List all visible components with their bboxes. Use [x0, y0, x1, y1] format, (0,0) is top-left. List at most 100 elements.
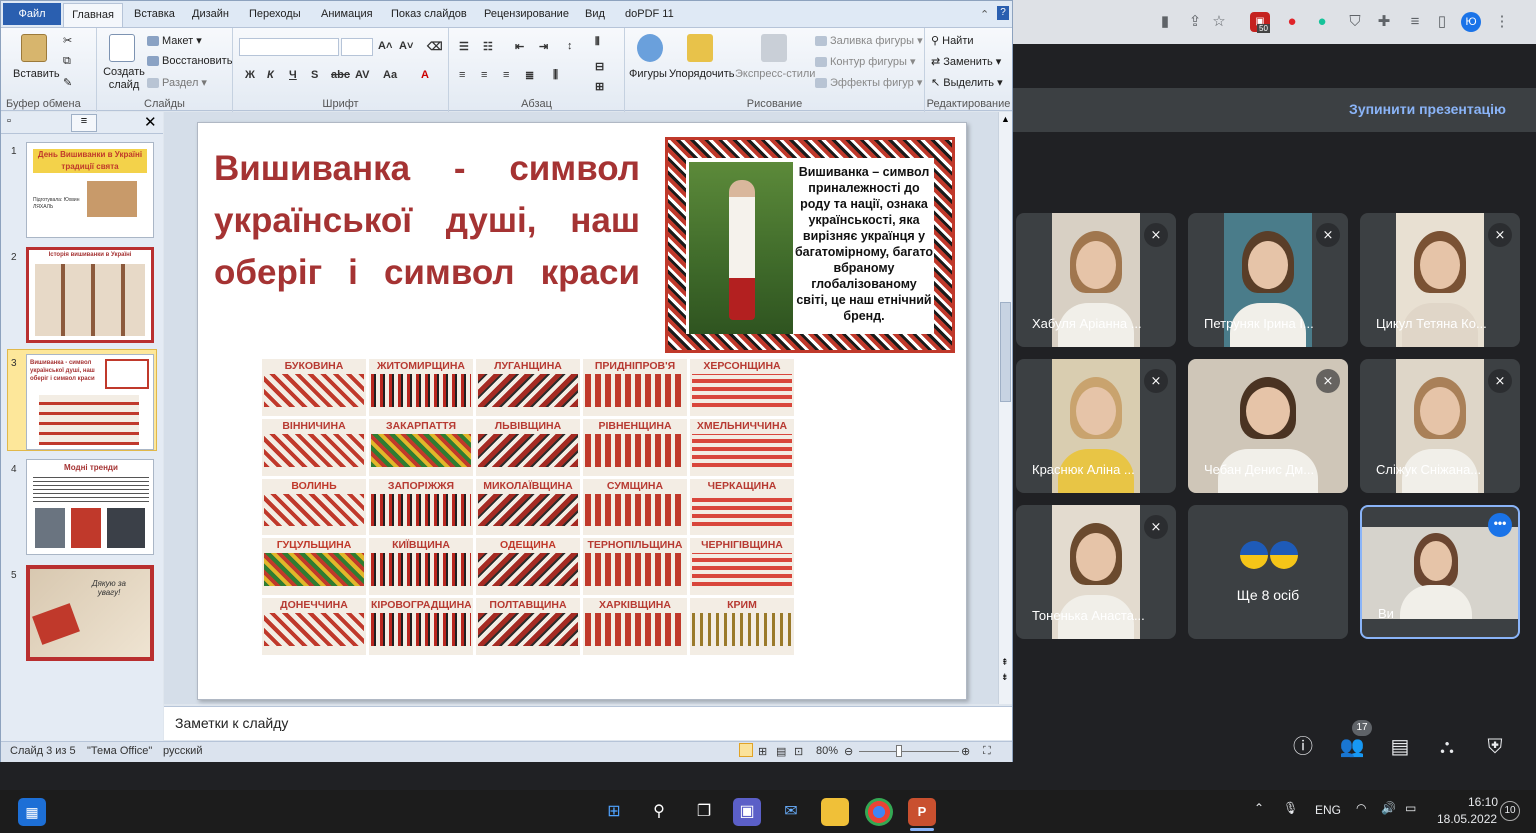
- profile-avatar[interactable]: Ю: [1461, 12, 1481, 32]
- clear-format-icon[interactable]: ⌫: [427, 40, 443, 53]
- shape-outline-button[interactable]: Контур фигуры ▾: [815, 55, 916, 68]
- reading-view-icon[interactable]: ▤: [776, 745, 786, 758]
- participant-tile[interactable]: ⨯ Хабуля Аріанна ...: [1016, 213, 1176, 347]
- chat-icon[interactable]: ▤: [1386, 733, 1414, 761]
- strikethrough-icon[interactable]: abc: [331, 69, 350, 81]
- help-icon[interactable]: ?: [997, 6, 1009, 20]
- task-view-icon[interactable]: ❐: [690, 798, 718, 826]
- people-icon[interactable]: 👥: [1338, 733, 1366, 761]
- shrink-font-icon[interactable]: A˅: [399, 40, 413, 52]
- clock-date[interactable]: 18.05.2022: [1437, 812, 1497, 826]
- info-icon[interactable]: ⓘ: [1289, 733, 1317, 761]
- select-button[interactable]: ↖ Выделить ▾: [931, 76, 1003, 89]
- slide-thumb-1[interactable]: День Вишиванки в Україні традиції свята …: [26, 142, 154, 238]
- file-explorer-icon[interactable]: [821, 798, 849, 826]
- ribbon-collapse-icon[interactable]: ⌃: [980, 8, 989, 21]
- tray-chevron-icon[interactable]: ⌃: [1254, 801, 1264, 815]
- language-status[interactable]: русский: [163, 745, 202, 757]
- new-slide-icon[interactable]: [109, 34, 135, 62]
- bullets-icon[interactable]: ☰: [459, 40, 469, 53]
- microphone-icon[interactable]: 🎙: [1283, 801, 1298, 815]
- slide-thumb-3[interactable]: Вишиванка - символ української душі, наш…: [26, 354, 154, 450]
- tab-review[interactable]: Рецензирование: [484, 8, 569, 20]
- fit-slide-icon[interactable]: ⛶: [983, 745, 991, 758]
- self-tile[interactable]: ••• Ви: [1360, 505, 1520, 639]
- smartart-icon[interactable]: ⊞: [595, 80, 604, 93]
- participant-tile[interactable]: ⨯ Цикул Тетяна Ко...: [1360, 213, 1520, 347]
- columns-icon[interactable]: ⫼: [553, 69, 558, 82]
- notification-badge[interactable]: 10: [1500, 801, 1520, 821]
- paste-icon[interactable]: [21, 34, 47, 62]
- underline-icon[interactable]: Ч: [289, 69, 297, 81]
- shape-effects-button[interactable]: Эффекты фигур ▾: [815, 76, 922, 89]
- theme-name[interactable]: "Тема Office": [87, 745, 152, 757]
- chrome-icon[interactable]: [865, 798, 893, 826]
- change-case-icon[interactable]: Aa: [383, 69, 397, 81]
- layout-button[interactable]: Макет ▾: [147, 34, 202, 47]
- spacing-icon[interactable]: AV: [355, 69, 369, 81]
- input-language[interactable]: ENG: [1315, 803, 1341, 817]
- camera-icon[interactable]: ▮: [1155, 12, 1175, 32]
- paste-button[interactable]: Вставить: [13, 68, 60, 80]
- notes-placeholder[interactable]: Заметки к слайду: [175, 715, 288, 731]
- tab-insert[interactable]: Вставка: [134, 8, 175, 20]
- indent-icon[interactable]: ⇤: [515, 40, 524, 53]
- teams-chat-icon[interactable]: ▣: [733, 798, 761, 826]
- slide-title[interactable]: Вишиванка - символ української душі, наш…: [214, 143, 640, 299]
- more-participants-tile[interactable]: Ще 8 осіб: [1188, 505, 1348, 639]
- reset-button[interactable]: Восстановить: [147, 55, 232, 67]
- section-button[interactable]: Раздел ▾: [147, 76, 207, 89]
- shadow-icon[interactable]: S: [311, 69, 318, 81]
- host-controls-icon[interactable]: ⛨: [1481, 733, 1509, 761]
- arrange-icon[interactable]: [687, 34, 713, 62]
- sidepanel-icon[interactable]: ▯: [1432, 12, 1452, 32]
- tab-file[interactable]: Файл: [3, 3, 61, 25]
- start-icon[interactable]: ⊞: [600, 798, 628, 826]
- italic-icon[interactable]: К: [267, 69, 274, 81]
- font-size-select[interactable]: [341, 38, 373, 56]
- tab-view[interactable]: Вид: [585, 8, 605, 20]
- zoom-slider[interactable]: [859, 751, 959, 752]
- slideshow-view-icon[interactable]: ⊡: [794, 745, 803, 758]
- slide-thumb-2[interactable]: Історія вишиванки в Україні: [26, 247, 154, 343]
- bookmark-star-icon[interactable]: ☆: [1209, 12, 1229, 32]
- participant-tile[interactable]: ⨯ Краснюк Аліна ...: [1016, 359, 1176, 493]
- slide-thumb-4[interactable]: Модні тренди: [26, 459, 154, 555]
- bold-icon[interactable]: Ж: [245, 69, 255, 81]
- volume-icon[interactable]: 🔊: [1381, 801, 1396, 815]
- align-center-icon[interactable]: ≡: [481, 69, 487, 81]
- media-icon[interactable]: ≡: [1405, 12, 1425, 32]
- notes-pane[interactable]: [164, 706, 1012, 740]
- justify-icon[interactable]: ≣: [525, 69, 534, 82]
- shield-icon[interactable]: ⛉: [1345, 12, 1365, 32]
- shapes-button[interactable]: Фигуры: [629, 68, 667, 80]
- tab-transitions[interactable]: Переходы: [249, 8, 301, 20]
- tab-design[interactable]: Дизайн: [192, 8, 229, 20]
- zoom-out-icon[interactable]: ⊖: [844, 745, 853, 758]
- next-slide-icon[interactable]: ⇟: [1001, 672, 1009, 683]
- grow-font-icon[interactable]: A˄: [378, 40, 392, 52]
- arrange-button[interactable]: Упорядочить: [669, 68, 734, 80]
- show-desktop-icon[interactable]: ▦: [18, 798, 46, 826]
- share-icon[interactable]: ⇪: [1185, 12, 1205, 32]
- scroll-thumb[interactable]: [1000, 302, 1011, 402]
- wifi-icon[interactable]: ◠: [1356, 801, 1366, 815]
- quick-styles-button[interactable]: Экспресс-стили: [735, 68, 815, 80]
- tab-home[interactable]: Главная: [63, 3, 123, 27]
- cut-icon[interactable]: ✂: [63, 34, 72, 47]
- new-slide-button[interactable]: Создать слайд: [102, 66, 146, 92]
- search-icon[interactable]: ⚲: [645, 798, 673, 826]
- tab-slideshow[interactable]: Показ слайдов: [391, 8, 467, 20]
- copy-icon[interactable]: ⧉: [63, 55, 71, 68]
- outdent-icon[interactable]: ⇥: [539, 40, 548, 53]
- clock-time[interactable]: 16:10: [1468, 795, 1498, 809]
- participant-tile[interactable]: ⨯ Петруняк Ірина І...: [1188, 213, 1348, 347]
- shapes-icon[interactable]: [637, 34, 663, 62]
- find-button[interactable]: ⚲ Найти: [931, 34, 974, 47]
- prev-slide-icon[interactable]: ⇞: [1001, 657, 1009, 668]
- replace-button[interactable]: ⇄ Заменить ▾: [931, 55, 1001, 68]
- slides-tab-icon[interactable]: ▫: [7, 115, 11, 127]
- slide-thumb-5[interactable]: Дякую за увагу!: [26, 565, 154, 661]
- align-text-icon[interactable]: ⊟: [595, 60, 604, 73]
- outline-tab-icon[interactable]: ≡: [71, 114, 97, 132]
